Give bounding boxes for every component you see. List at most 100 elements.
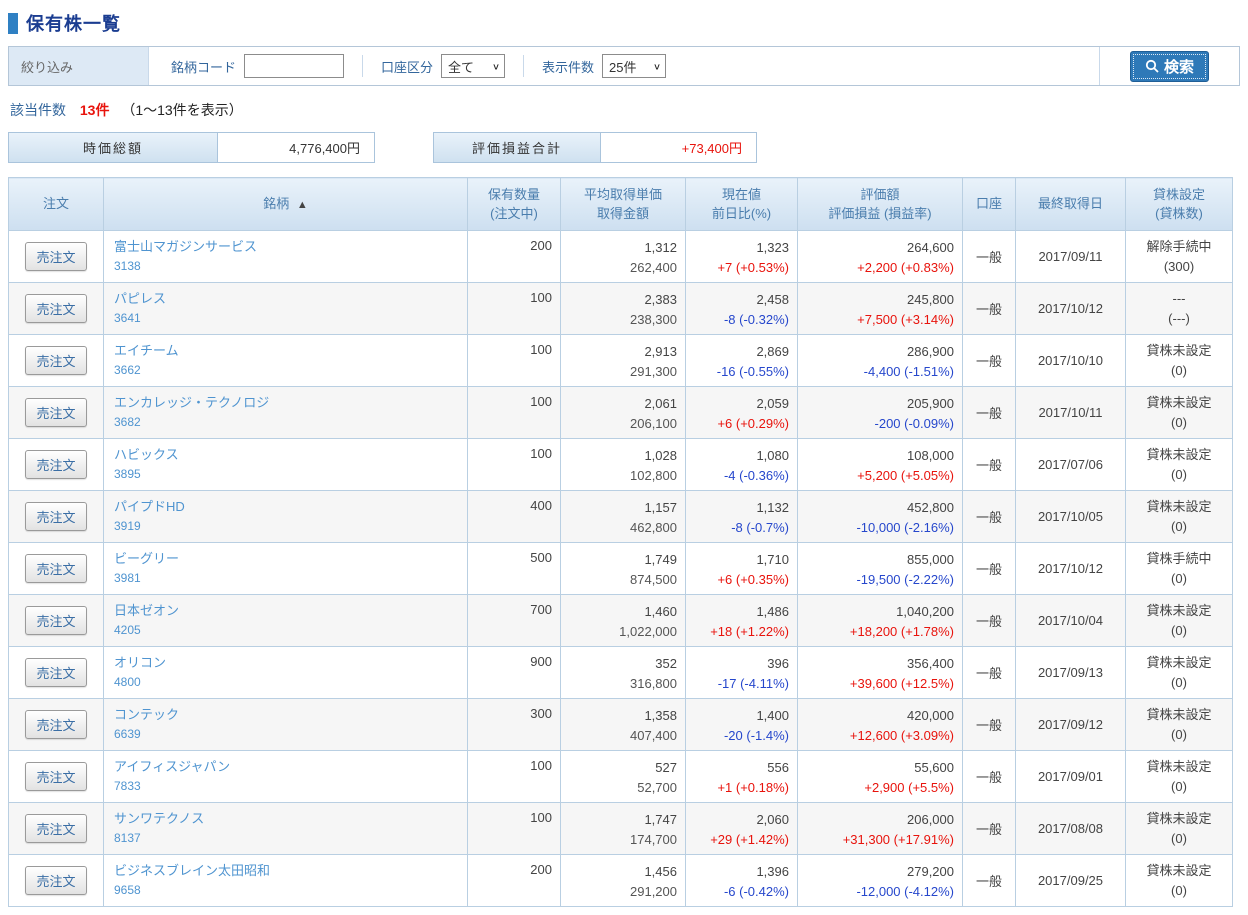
stock-code-link[interactable]: 3682 xyxy=(114,415,141,429)
quantity-cell: 700 xyxy=(467,594,561,647)
display-count-label: 表示件数 xyxy=(542,59,595,75)
acquisition-amount: 174,700 xyxy=(630,831,677,847)
sell-order-button[interactable]: 売注文 xyxy=(25,658,87,687)
avg-price: 1,358 xyxy=(644,708,677,723)
stock-name-link[interactable]: パイプドHD xyxy=(114,499,185,514)
stock-name-link[interactable]: ビーグリー xyxy=(114,551,179,566)
sell-order-button[interactable]: 売注文 xyxy=(25,710,87,739)
lending-cell: 貸株未設定 (0) xyxy=(1125,386,1233,439)
total-pl-label: 評価損益合計 xyxy=(433,132,601,163)
stock-name-link[interactable]: 日本ゼオン xyxy=(114,603,179,618)
lending-count: (0) xyxy=(1171,362,1187,378)
table-row: 売注文 オリコン 4800 900 352 316,800 396 -17 (-… xyxy=(8,646,1233,699)
account-cell: 一般 xyxy=(962,854,1016,907)
stock-name-link[interactable]: 富士山マガジンサービス xyxy=(114,239,257,254)
valuation-cell: 279,200 -12,000 (-4.12%) xyxy=(797,854,963,907)
stock-code-link[interactable]: 3641 xyxy=(114,311,141,325)
current-price-cell: 1,396 -6 (-0.42%) xyxy=(685,854,798,907)
chevron-down-icon: ∨ xyxy=(652,61,662,72)
sell-order-button[interactable]: 売注文 xyxy=(25,606,87,635)
stock-code-link[interactable]: 9658 xyxy=(114,883,141,897)
current-price-cell: 2,458 -8 (-0.32%) xyxy=(685,282,798,335)
avg-price: 1,747 xyxy=(644,812,677,827)
holdings-table: 注文 銘柄 ▲ 保有数量 (注文中) 平均取得単価 取得金額 現在値 前日比(%) 評… xyxy=(8,177,1233,907)
account-cell: 一般 xyxy=(962,386,1016,439)
stock-code-label: 銘柄コード xyxy=(171,59,237,75)
avg-price: 2,061 xyxy=(644,396,677,411)
stock-code-link[interactable]: 3662 xyxy=(114,363,141,377)
lending-cell: 貸株手続中 (0) xyxy=(1125,542,1233,595)
stock-code-link[interactable]: 4800 xyxy=(114,675,141,689)
acquisition-amount: 262,400 xyxy=(630,259,677,275)
lending-cell: 貸株未設定 (0) xyxy=(1125,594,1233,647)
lending-count: (0) xyxy=(1171,674,1187,690)
stock-name-link[interactable]: コンテック xyxy=(114,707,179,722)
stock-code-link[interactable]: 3895 xyxy=(114,467,141,481)
avg-price: 1,028 xyxy=(644,448,677,463)
market-value-amount: 4,776,400円 xyxy=(218,132,375,163)
avg-price-cell: 1,312 262,400 xyxy=(560,230,686,283)
table-row: 売注文 アイフィスジャパン 7833 100 527 52,700 556 +1… xyxy=(8,750,1233,803)
stock-code-link[interactable]: 7833 xyxy=(114,779,141,793)
stock-name-link[interactable]: エンカレッジ・テクノロジ xyxy=(114,395,269,410)
profit-loss: +2,900 (+5.5%) xyxy=(864,779,954,795)
holdings-tbody: 売注文 富士山マガジンサービス 3138 200 1,312 262,400 1… xyxy=(8,230,1233,907)
sort-ascending-icon[interactable]: ▲ xyxy=(297,199,308,211)
market-value: 420,000 xyxy=(907,708,954,723)
stock-name-link[interactable]: サンワテクノス xyxy=(114,811,204,826)
search-button[interactable]: 検索 xyxy=(1129,50,1209,82)
quantity-cell: 100 xyxy=(467,386,561,439)
sell-order-button[interactable]: 売注文 xyxy=(25,450,87,479)
sell-order-button[interactable]: 売注文 xyxy=(25,294,87,323)
stock-name-link[interactable]: アイフィスジャパン xyxy=(114,759,230,774)
stock-name-link[interactable]: エイチーム xyxy=(114,343,179,358)
current-price: 1,132 xyxy=(756,500,789,515)
sell-order-button[interactable]: 売注文 xyxy=(25,502,87,531)
stock-code-link[interactable]: 3138 xyxy=(114,259,141,273)
sell-order-button[interactable]: 売注文 xyxy=(25,762,87,791)
profit-loss: +7,500 (+3.14%) xyxy=(857,311,954,327)
stock-code-input[interactable] xyxy=(244,54,345,78)
valuation-cell: 245,800 +7,500 (+3.14%) xyxy=(797,282,963,335)
lending-cell: --- (---) xyxy=(1125,282,1233,335)
account-type-select[interactable]: 全て ∨ xyxy=(441,54,506,78)
market-value: 855,000 xyxy=(907,552,954,567)
table-row: 売注文 富士山マガジンサービス 3138 200 1,312 262,400 1… xyxy=(8,230,1233,283)
last-date-cell: 2017/10/10 xyxy=(1015,334,1126,387)
current-price-cell: 1,710 +6 (+0.35%) xyxy=(685,542,798,595)
lending-count: (0) xyxy=(1171,414,1187,430)
account-type-group: 口座区分 全て ∨ xyxy=(381,54,506,78)
account-type-label: 口座区分 xyxy=(381,59,434,75)
header-stock[interactable]: 銘柄 ▲ xyxy=(103,177,468,231)
lending-cell: 貸株未設定 (0) xyxy=(1125,438,1233,491)
stock-name-link[interactable]: オリコン xyxy=(114,655,166,670)
lending-cell: 貸株未設定 (0) xyxy=(1125,334,1233,387)
last-date-cell: 2017/09/01 xyxy=(1015,750,1126,803)
current-price: 1,400 xyxy=(756,708,789,723)
display-count-select[interactable]: 25件 ∨ xyxy=(602,54,667,78)
sell-order-button[interactable]: 売注文 xyxy=(25,554,87,583)
stock-code-link[interactable]: 8137 xyxy=(114,831,141,845)
last-date-cell: 2017/07/06 xyxy=(1015,438,1126,491)
stock-name-link[interactable]: ビジネスブレイン太田昭和 xyxy=(114,863,270,878)
sell-order-button[interactable]: 売注文 xyxy=(25,346,87,375)
stock-code-link[interactable]: 4205 xyxy=(114,623,141,637)
lending-count: (0) xyxy=(1171,570,1187,586)
acquisition-amount: 102,800 xyxy=(630,467,677,483)
stock-code-link[interactable]: 3919 xyxy=(114,519,141,533)
avg-price: 2,383 xyxy=(644,292,677,307)
stock-name-link[interactable]: ハビックス xyxy=(114,447,179,462)
stock-code-link[interactable]: 3981 xyxy=(114,571,141,585)
stock-name-link[interactable]: パピレス xyxy=(114,291,166,306)
display-count-group: 表示件数 25件 ∨ xyxy=(542,54,667,78)
sell-order-button[interactable]: 売注文 xyxy=(25,814,87,843)
sell-order-button[interactable]: 売注文 xyxy=(25,866,87,895)
sell-order-button[interactable]: 売注文 xyxy=(25,398,87,427)
lending-status: 貸株未設定 xyxy=(1146,707,1212,722)
current-price: 2,458 xyxy=(756,292,789,307)
table-row: 売注文 日本ゼオン 4205 700 1,460 1,022,000 1,486… xyxy=(8,594,1233,647)
quantity-cell: 400 xyxy=(467,490,561,543)
stock-code-link[interactable]: 6639 xyxy=(114,727,141,741)
filter-label: 絞り込み xyxy=(9,47,149,85)
sell-order-button[interactable]: 売注文 xyxy=(25,242,87,271)
